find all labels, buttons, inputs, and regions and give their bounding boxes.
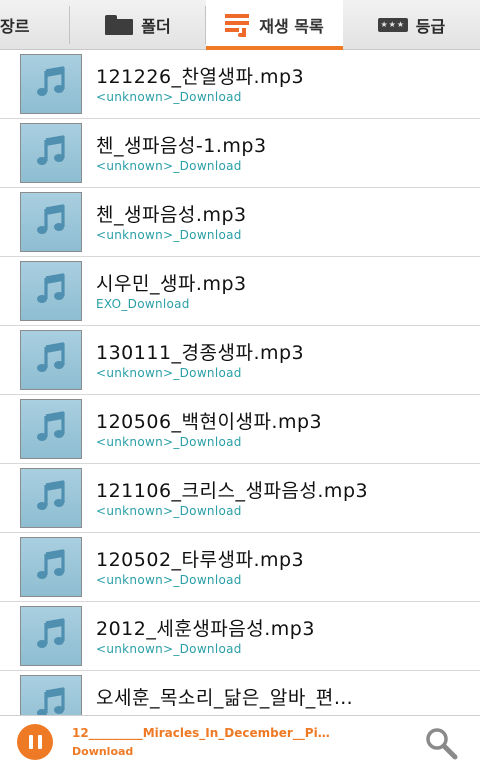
tab-rating-label: 등급 bbox=[415, 17, 446, 36]
music-note-icon bbox=[33, 64, 69, 104]
pause-icon bbox=[28, 735, 33, 749]
tab-playlist-label: 재생 목록 bbox=[259, 17, 324, 36]
song-artist: <unknown>_Download bbox=[96, 90, 242, 104]
song-artist: <unknown>_Download bbox=[96, 159, 242, 173]
music-note-icon bbox=[33, 616, 69, 656]
tab-playlist[interactable]: 재생 목록 bbox=[206, 0, 343, 50]
list-item[interactable]: 130111_경종생파.mp3 <unknown>_Download bbox=[0, 326, 480, 395]
rating-icon: ★★★ bbox=[377, 18, 408, 32]
music-note-icon bbox=[33, 202, 69, 242]
pause-icon bbox=[37, 735, 42, 749]
tab-folder-label: 폴더 bbox=[141, 17, 171, 36]
music-note-icon bbox=[33, 478, 69, 518]
album-art bbox=[20, 54, 82, 114]
playlist-icon bbox=[225, 13, 251, 37]
pause-button[interactable] bbox=[17, 724, 53, 760]
music-note-icon bbox=[33, 271, 69, 311]
song-title: 120506_백현이생파.mp3 bbox=[96, 411, 323, 433]
tab-genre-label: 장르 bbox=[0, 17, 30, 36]
song-list[interactable]: 121226_찬열생파.mp3 <unknown>_Download 첸_생파음성-… bbox=[0, 50, 480, 715]
song-title: 첸_생파음성-1.mp3 bbox=[96, 135, 267, 157]
song-artist: <unknown>_Download bbox=[96, 228, 242, 242]
music-note-icon bbox=[33, 685, 69, 715]
list-item[interactable]: 오세훈_목소리_닮은_알바_편… bbox=[0, 671, 480, 715]
album-art bbox=[20, 606, 82, 666]
song-artist: EXO_Download bbox=[96, 297, 190, 311]
song-artist: <unknown>_Download bbox=[96, 435, 242, 449]
song-title: 2012_세훈생파음성.mp3 bbox=[96, 618, 315, 640]
list-item[interactable]: 121226_찬열생파.mp3 <unknown>_Download bbox=[0, 50, 480, 119]
song-title: 130111_경종생파.mp3 bbox=[96, 342, 305, 364]
tab-folder[interactable]: 폴더 bbox=[70, 0, 206, 50]
song-artist: <unknown>_Download bbox=[96, 504, 242, 518]
song-artist: <unknown>_Download bbox=[96, 642, 242, 656]
album-art bbox=[20, 330, 82, 390]
album-art bbox=[20, 468, 82, 528]
album-art bbox=[20, 192, 82, 252]
list-item[interactable]: 시우민_생파.mp3 EXO_Download bbox=[0, 257, 480, 326]
song-title: 첸_생파음성.mp3 bbox=[96, 204, 247, 226]
tab-rating[interactable]: ★★★ 등급 bbox=[343, 0, 480, 50]
list-item[interactable]: 2012_세훈생파음성.mp3 <unknown>_Download bbox=[0, 602, 480, 671]
top-tab-bar: 장르 폴더 재생 목록 ★★★ 등급 bbox=[0, 0, 480, 50]
tab-genre[interactable]: 장르 bbox=[0, 0, 70, 50]
album-art bbox=[20, 261, 82, 321]
music-note-icon bbox=[33, 340, 69, 380]
list-item[interactable]: 첸_생파음성-1.mp3 <unknown>_Download bbox=[0, 119, 480, 188]
music-note-icon bbox=[33, 133, 69, 173]
song-title: 시우민_생파.mp3 bbox=[96, 273, 247, 295]
music-note-icon bbox=[33, 547, 69, 587]
album-art bbox=[20, 537, 82, 597]
list-item[interactable]: 121106_크리스_생파음성.mp3 <unknown>_Download bbox=[0, 464, 480, 533]
list-item[interactable]: 120502_타루생파.mp3 <unknown>_Download bbox=[0, 533, 480, 602]
now-playing-title[interactable]: 12_________Miracles_In_December__Pi… bbox=[72, 726, 392, 740]
search-icon[interactable] bbox=[424, 726, 458, 760]
folder-icon bbox=[105, 15, 134, 35]
mini-player: 12_________Miracles_In_December__Pi… Dow… bbox=[0, 715, 480, 767]
list-item[interactable]: 120506_백현이생파.mp3 <unknown>_Download bbox=[0, 395, 480, 464]
song-title: 121226_찬열생파.mp3 bbox=[96, 66, 305, 88]
list-item[interactable]: 첸_생파음성.mp3 <unknown>_Download bbox=[0, 188, 480, 257]
now-playing-subtitle[interactable]: Download bbox=[72, 745, 133, 758]
song-title: 120502_타루생파.mp3 bbox=[96, 549, 305, 571]
album-art bbox=[20, 675, 82, 715]
song-artist: <unknown>_Download bbox=[96, 366, 242, 380]
music-note-icon bbox=[33, 409, 69, 449]
album-art bbox=[20, 399, 82, 459]
album-art bbox=[20, 123, 82, 183]
song-artist: <unknown>_Download bbox=[96, 573, 242, 587]
song-title: 121106_크리스_생파음성.mp3 bbox=[96, 480, 369, 502]
song-title: 오세훈_목소리_닮은_알바_편… bbox=[96, 687, 354, 709]
